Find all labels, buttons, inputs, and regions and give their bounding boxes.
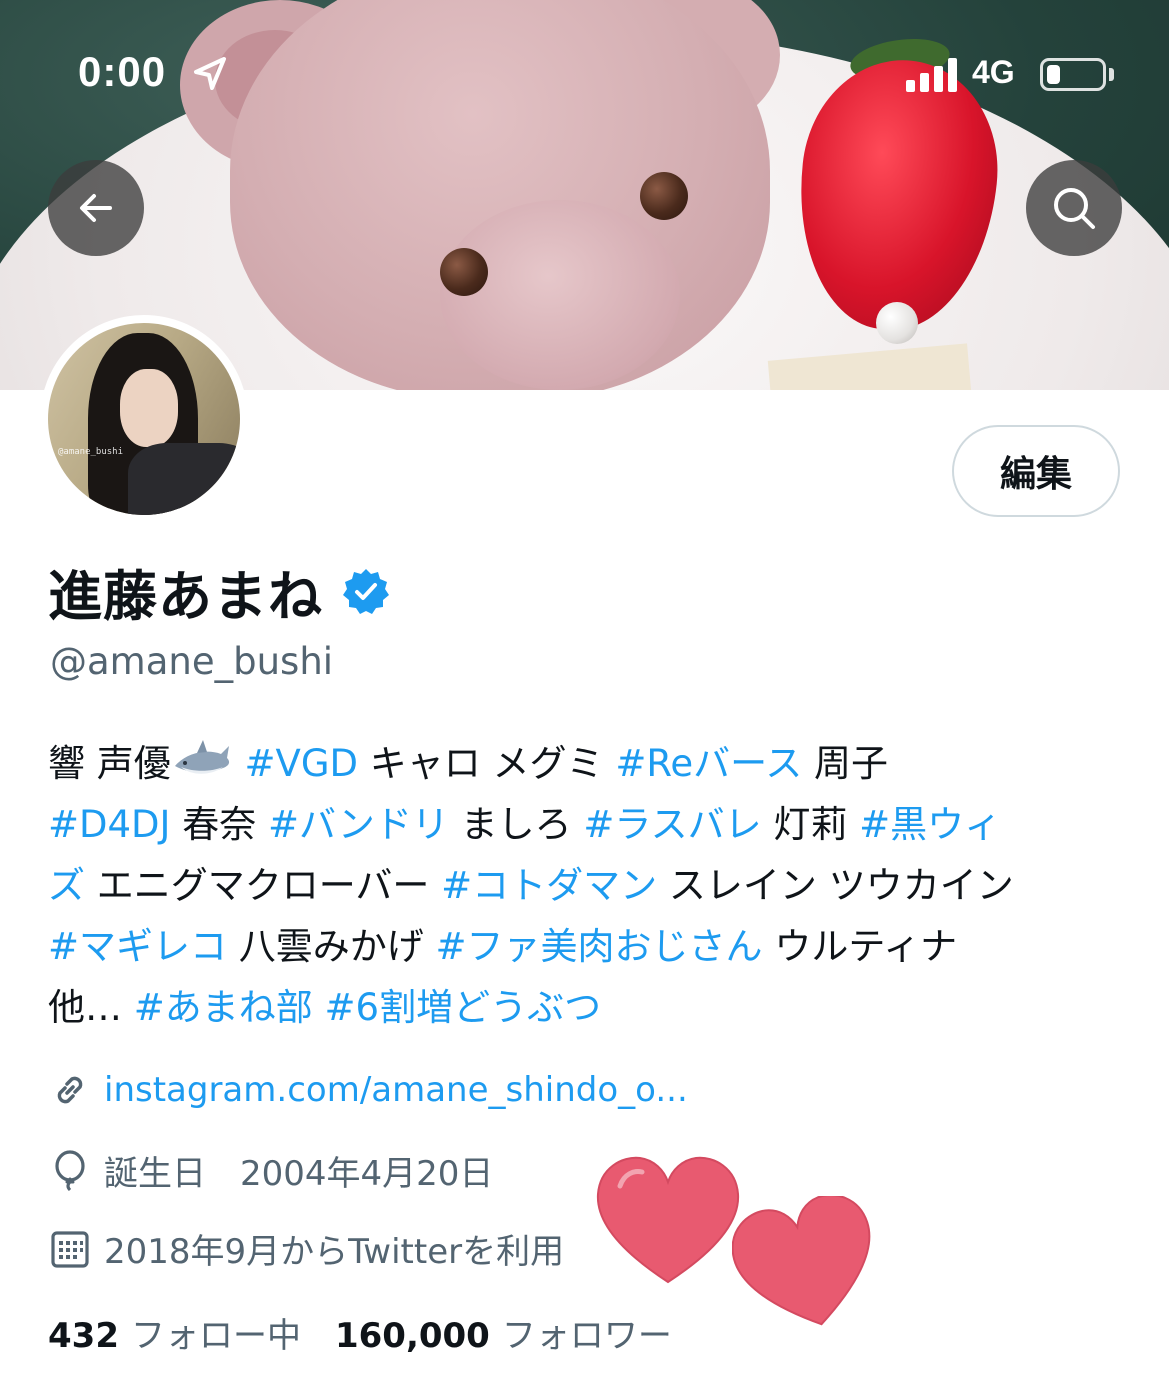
hashtag-link[interactable]: #コトダマン <box>441 864 657 907</box>
avatar-face <box>120 369 178 447</box>
display-name: 進藤あまね <box>48 565 323 628</box>
edit-profile-button[interactable]: 編集 <box>952 425 1120 517</box>
following-label[interactable]: フォロー中 <box>131 1308 301 1357</box>
hashtag-link[interactable]: #ファ美肉おじさん <box>436 925 763 968</box>
search-button[interactable] <box>1026 160 1122 256</box>
joined-text: 2018年9月からTwitterを利用 <box>104 1232 565 1272</box>
balloon-icon <box>55 1149 85 1191</box>
bio-line: 他… #あまね部 #6割増どうぶつ <box>48 977 1138 1038</box>
bio-text: 周子 <box>802 742 889 785</box>
bio-text: キャロ メグミ <box>358 742 616 785</box>
banner-bear-eye <box>440 248 488 296</box>
avatar[interactable]: @amane_bushi <box>48 323 240 515</box>
search-icon <box>1054 188 1095 229</box>
birthday-row: 誕生日 2004年4月20日 <box>48 1146 493 1195</box>
bio: 響 声優 #VGD キャロ メグミ #Reバース 周子 #D4DJ 春奈 #バンド… <box>48 733 1138 1038</box>
followers-label[interactable]: フォロワー <box>502 1308 672 1357</box>
bio-text <box>233 742 245 785</box>
signal-icon <box>906 58 957 92</box>
battery-level <box>1047 65 1060 84</box>
following-count[interactable]: 432 <box>48 1316 119 1356</box>
battery-icon <box>1040 58 1106 91</box>
back-button[interactable] <box>48 160 144 256</box>
avatar-body <box>128 443 240 515</box>
hashtag-link[interactable]: #マギレコ <box>48 925 227 968</box>
hashtag-link[interactable]: #Reバース <box>615 742 802 785</box>
hashtag-link[interactable]: #あまね部 <box>134 986 313 1029</box>
hashtag-link[interactable]: #6割増どうぶつ <box>325 986 602 1029</box>
banner-pearl <box>876 302 918 344</box>
bio-line: 響 声優 #VGD キャロ メグミ #Reバース 周子 <box>48 733 1138 794</box>
calendar-icon <box>51 1230 89 1268</box>
follow-stats: 432 フォロー中 160,000 フォロワー <box>48 1308 706 1357</box>
hashtag-link[interactable]: #バンドリ <box>268 803 449 846</box>
followers-count[interactable]: 160,000 <box>335 1316 490 1356</box>
heart-sticker <box>732 1196 871 1326</box>
verified-badge-icon <box>343 568 389 614</box>
bio-text: 春奈 <box>170 803 268 846</box>
bio-text: ウルティナ <box>762 925 958 968</box>
bio-text: 響 声優 <box>48 742 171 785</box>
bio-line: #D4DJ 春奈 #バンドリ ましろ #ラスバレ 灯莉 #黒ウィ <box>48 794 1138 855</box>
joined-row: 2018年9月からTwitterを利用 <box>48 1224 564 1273</box>
hashtag-link[interactable]: #ラスバレ <box>583 803 761 846</box>
avatar-watermark: @amane_bushi <box>58 447 124 457</box>
bio-line: #マギレコ 八雲みかげ #ファ美肉おじさん ウルティナ <box>48 916 1138 977</box>
bio-text: 他… <box>48 986 134 1029</box>
hashtag-link[interactable]: #VGD <box>245 742 358 785</box>
birthday-text: 誕生日 2004年4月20日 <box>104 1154 494 1194</box>
hashtag-link[interactable]: ズ <box>48 864 85 907</box>
bio-text: 八雲みかげ <box>227 925 436 968</box>
bio-text: ましろ <box>448 803 584 846</box>
hashtag-link[interactable]: #黒ウィ <box>859 803 1001 846</box>
bio-text <box>313 986 325 1029</box>
battery-cap <box>1109 68 1114 81</box>
bio-text: エニグマクローバー <box>85 864 442 907</box>
handle: @amane_bushi <box>50 640 334 683</box>
bio-text: スレイン ツウカイン <box>657 864 1014 907</box>
website-row[interactable]: instagram.com/amane_shindo_o... <box>48 1068 688 1112</box>
name-row: 進藤あまね <box>48 552 391 631</box>
arrow-left-icon <box>80 194 112 222</box>
heart-sticker <box>596 1156 740 1284</box>
bio-text: 灯莉 <box>761 803 860 846</box>
banner-bear-snout <box>440 200 680 390</box>
hashtag-link[interactable]: #D4DJ <box>48 803 170 846</box>
location-arrow-icon <box>194 57 226 90</box>
link-icon <box>57 1076 83 1104</box>
shark-icon <box>174 740 229 774</box>
bio-line: ズ エニグマクローバー #コトダマン スレイン ツウカイン <box>48 855 1138 916</box>
banner-bear-eye <box>640 172 688 220</box>
network-type: 4G <box>972 54 1015 90</box>
website-link[interactable]: instagram.com/amane_shindo_o... <box>104 1070 688 1110</box>
status-time: 0:00 <box>78 48 167 95</box>
